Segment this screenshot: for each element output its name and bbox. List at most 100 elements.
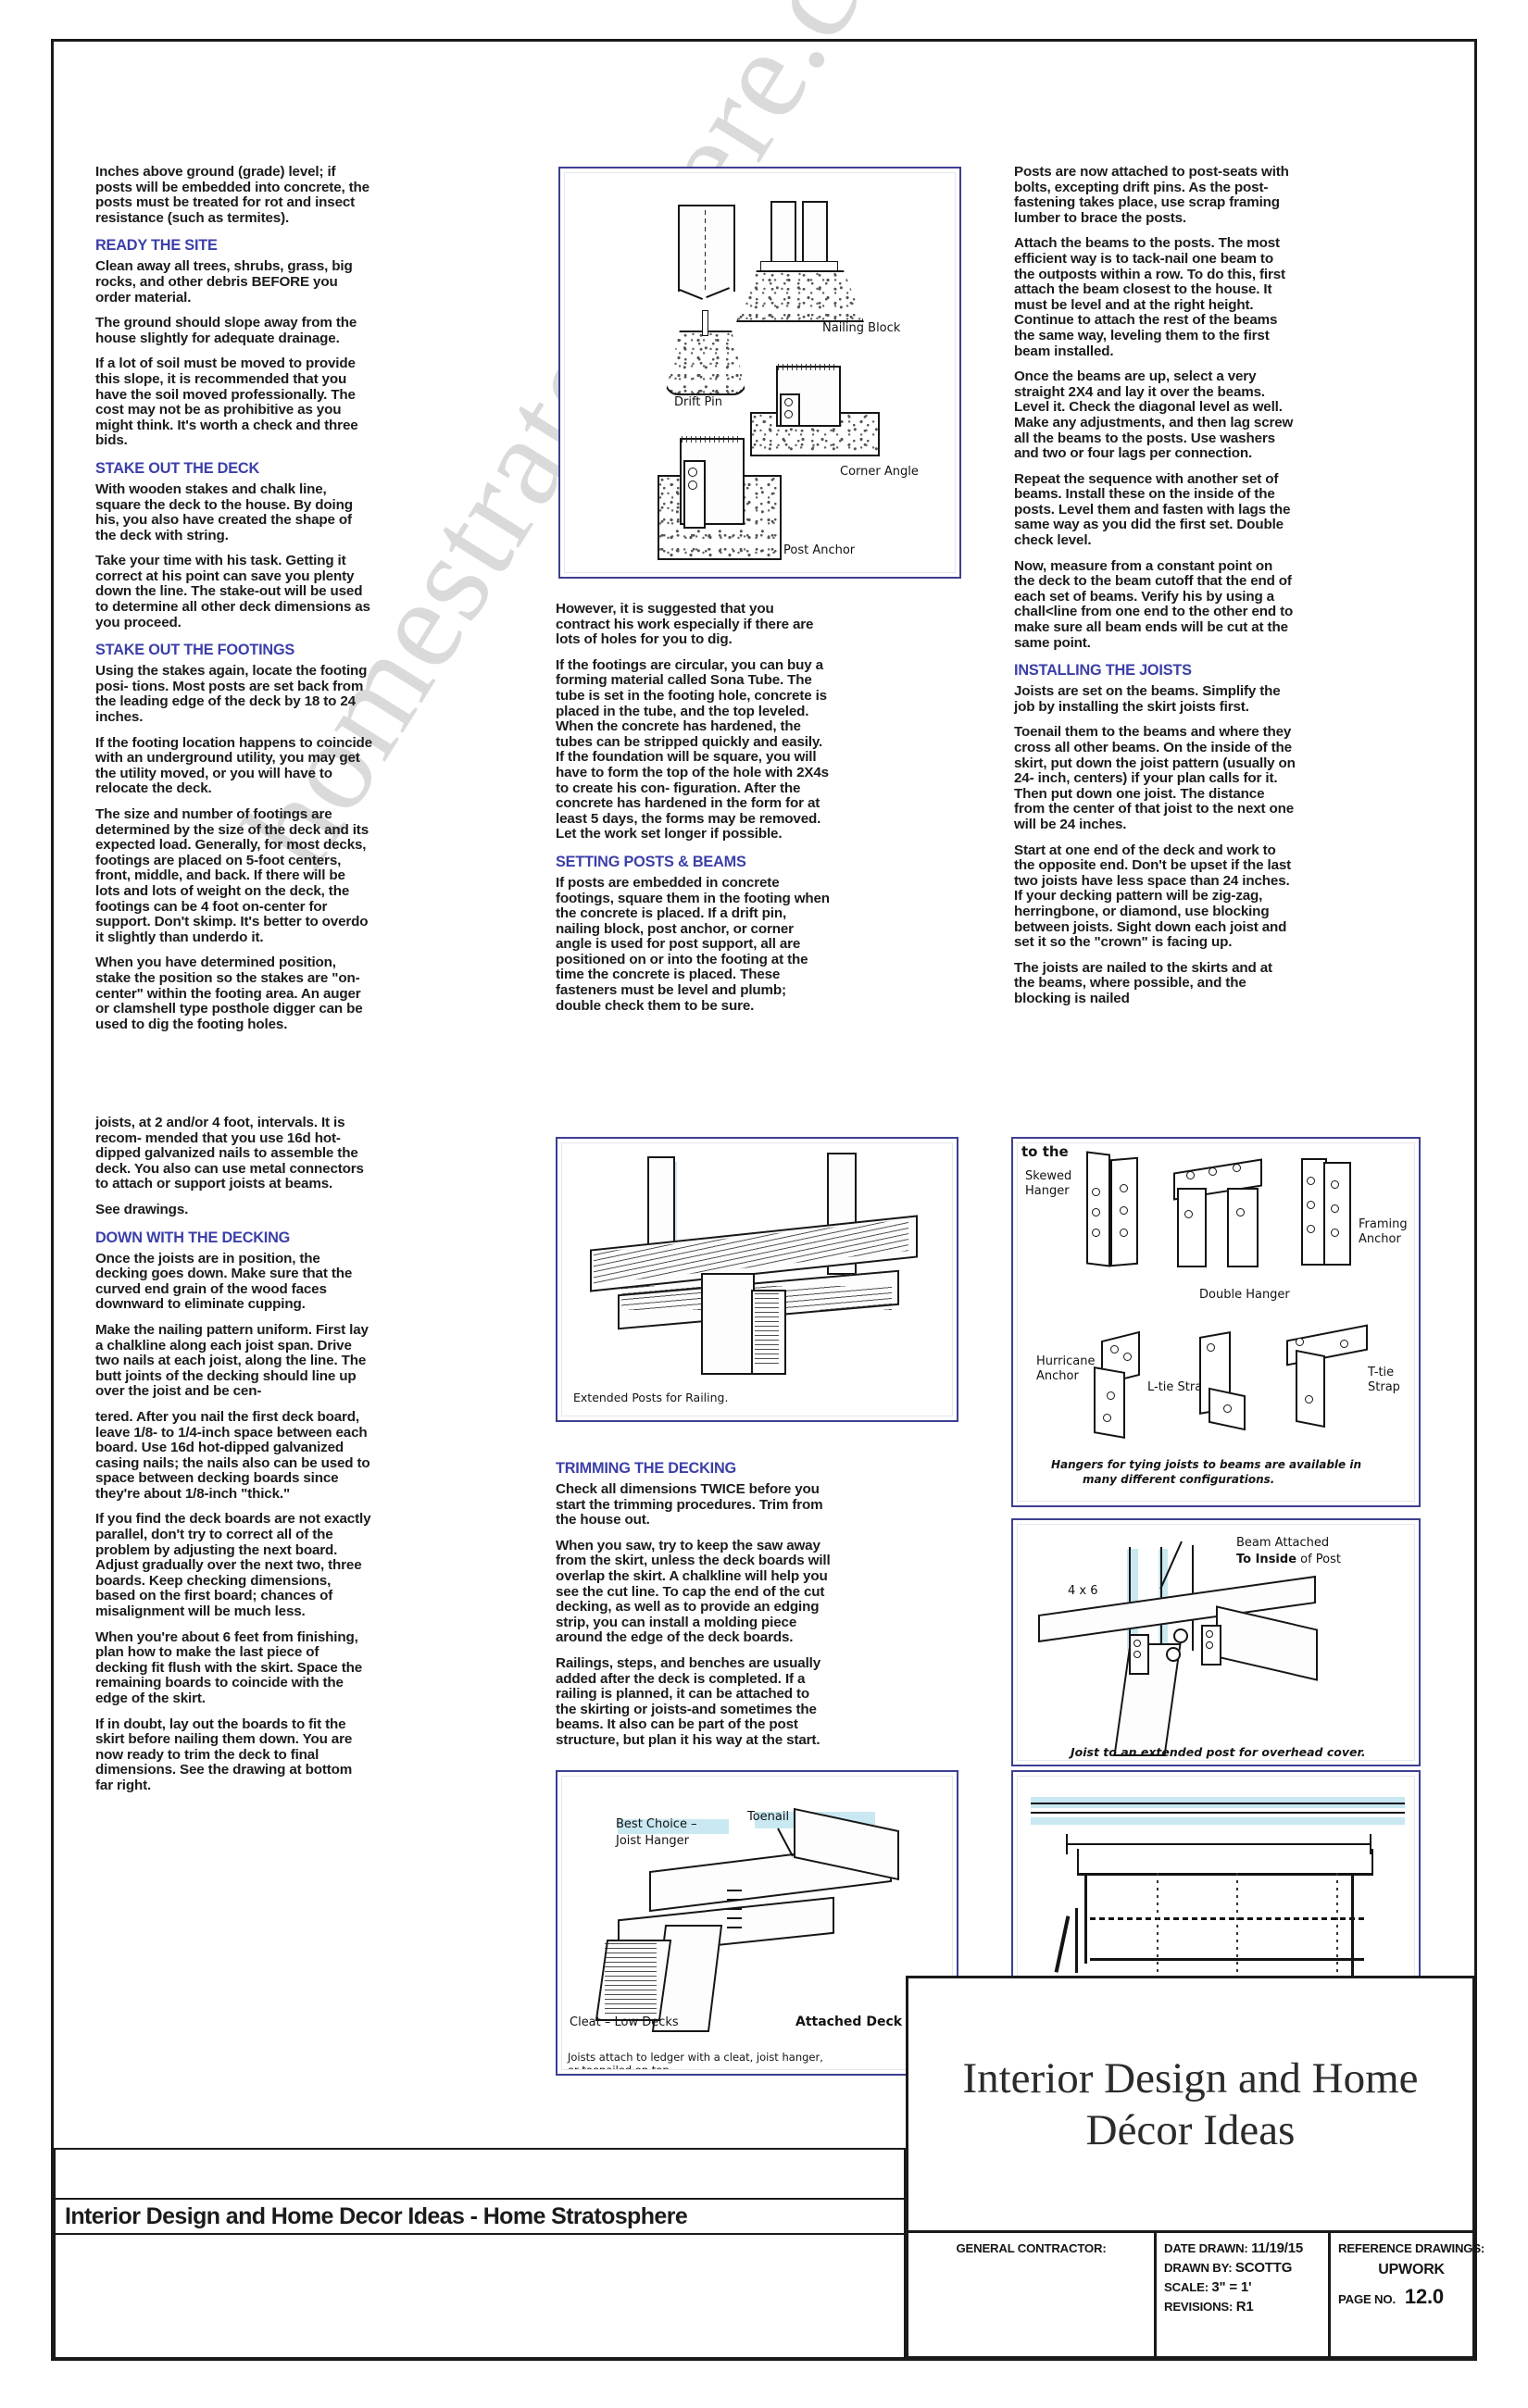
figure-caption-hangers-2: many different configurations. xyxy=(1083,1473,1275,1486)
figure-caption-joist-hanger-2: or toenailed on top. xyxy=(568,2064,673,2070)
footer-lower-empty-box xyxy=(54,2235,906,2359)
body-paragraph: Railings, steps, and benches are usually… xyxy=(556,1654,821,1748)
body-paragraph: Inches above ground (grade) level; if po… xyxy=(95,164,369,226)
body-paragraph: Once the joists are in position, the dec… xyxy=(95,1250,353,1313)
text-column-3: Posts are now attached to post-seats wit… xyxy=(1014,164,1296,1017)
figure-beam-attached-post: Beam Attached To Inside of Post 4 x 6 Jo… xyxy=(1011,1518,1421,1766)
figure-hangers: to the Skewed Hanger Double Hanger Frami… xyxy=(1011,1137,1421,1507)
footer-brand-text: Interior Design and Home Decor Ideas - H… xyxy=(65,2202,688,2229)
body-paragraph: joists, at 2 and/or 4 foot, intervals. I… xyxy=(95,1115,364,1192)
text-column-2: However, it is suggested that you contra… xyxy=(556,601,832,1024)
figure-railing-inner: Extended Posts for Railing. xyxy=(561,1142,953,1416)
figure-label-skewed-hanger-1: Skewed xyxy=(1025,1169,1072,1183)
body-paragraph: If the footings are circular, you can bu… xyxy=(556,656,829,842)
figure-label-of-post: of Post xyxy=(1296,1553,1342,1566)
drawn-by-label: DRAWN BY: xyxy=(1164,2261,1233,2275)
body-paragraph: Posts are now attached to post-seats wit… xyxy=(1014,164,1289,226)
drawing-sheet: homestratosphere.com Inches above ground… xyxy=(0,0,1528,2408)
body-paragraph: Check all dimensions TWICE before you st… xyxy=(556,1481,823,1528)
scale-label: SCALE: xyxy=(1164,2280,1209,2294)
page-no-label: PAGE NO. xyxy=(1338,2292,1396,2306)
figure-label-drift-pin: Drift Pin xyxy=(674,395,722,409)
body-paragraph: If posts are embedded in concrete footin… xyxy=(556,874,830,1014)
section-heading: STAKE OUT THE FOOTINGS xyxy=(95,642,295,659)
date-drawn-value: 11/19/15 xyxy=(1251,2240,1304,2256)
body-paragraph: When you have determined position, stake… xyxy=(95,954,363,1032)
figure-label-beam-attached: Beam Attached xyxy=(1236,1536,1330,1550)
body-paragraph: Once the beams are up, select a very str… xyxy=(1014,368,1294,462)
figure-label-best-choice-2: Joist Hanger xyxy=(616,1834,689,1848)
date-drawn-label: DATE DRAWN: xyxy=(1164,2241,1248,2255)
figure-hangers-inner: to the Skewed Hanger Double Hanger Frami… xyxy=(1017,1142,1415,1502)
revisions-row: REVISIONS: R1 xyxy=(1164,2297,1321,2316)
body-paragraph: Joists are set on the beams. Simplify th… xyxy=(1014,683,1281,715)
figure-caption-railing: Extended Posts for Railing. xyxy=(573,1391,729,1404)
body-paragraph: The size and number of footings are dete… xyxy=(95,806,369,945)
figure-post-anchor-inner: Drift Pin Nailing Block Corner Angle Pos… xyxy=(564,172,956,573)
body-paragraph: Now, measure from a constant point on th… xyxy=(1014,557,1294,651)
scale-value: 3" = 1' xyxy=(1211,2279,1252,2295)
body-paragraph: Using the stakes again, locate the footi… xyxy=(95,663,368,726)
title-block-drawing-info: DATE DRAWN: 11/19/15 DRAWN BY: SCOTTG SC… xyxy=(1157,2233,1331,2359)
body-paragraph: The ground should slope away from the ho… xyxy=(95,315,357,346)
body-paragraph: Start at one end of the deck and work to… xyxy=(1014,842,1292,951)
text-column-1: Inches above ground (grade) level; if po… xyxy=(95,164,373,1042)
figure-label-framing-anchor-1: Framing xyxy=(1359,1217,1408,1231)
figure-caption-beam-post: Joist to an extended post for overhead c… xyxy=(1071,1745,1366,1759)
figure-extended-posts-railing: Extended Posts for Railing. xyxy=(556,1137,958,1422)
body-paragraph: If the footing location happens to coinc… xyxy=(95,734,372,797)
text-column-2-lower: TRIMMING THE DECKING Check all dimensions… xyxy=(556,1449,832,1759)
drawn-by-value: SCOTTG xyxy=(1234,2260,1293,2276)
figure-label-toenail: Toenail xyxy=(747,1810,790,1824)
body-paragraph: tered. After you nail the first deck boa… xyxy=(95,1408,370,1502)
figure-label-double-hanger: Double Hanger xyxy=(1199,1288,1290,1302)
body-paragraph: If in doubt, lay out the boards to fit t… xyxy=(95,1716,353,1793)
body-paragraph: However, it is suggested that you contra… xyxy=(556,601,814,648)
figure-label-4x6: 4 x 6 xyxy=(1068,1584,1098,1598)
section-heading: SETTING POSTS & BEAMS xyxy=(556,853,746,870)
figure-caption-hangers-1: Hangers for tying joists to beams are av… xyxy=(1051,1458,1362,1471)
page-no-row: PAGE NO. 12.0 xyxy=(1338,2279,1484,2309)
body-paragraph: Take your time with his task. Getting it… xyxy=(95,553,370,630)
figure-label-best-choice-1: Best Choice – xyxy=(616,1817,697,1831)
body-paragraph: When you saw, try to keep the saw away f… xyxy=(556,1537,831,1646)
title-block: Interior Design and Home Décor Ideas GEN… xyxy=(906,1976,1484,2359)
body-paragraph: With wooden stakes and chalk line, squar… xyxy=(95,480,353,543)
body-paragraph: See drawings. xyxy=(95,1201,189,1217)
body-paragraph: Attach the beams to the posts. The most … xyxy=(1014,235,1285,359)
reference-drawings-value: UPWORK xyxy=(1378,2262,1445,2277)
figure-label-nailing-block: Nailing Block xyxy=(822,321,901,335)
drawn-by-row: DRAWN BY: SCOTTG xyxy=(1164,2258,1321,2277)
body-paragraph: Clean away all trees, shrubs, grass, big… xyxy=(95,258,353,306)
figure-joist-hanger: Best Choice – Joist Hanger Toenail Cleat… xyxy=(556,1770,958,2076)
figure-label-hurricane-anchor-1: Hurricane xyxy=(1036,1354,1096,1368)
section-heading: STAKE OUT THE DECK xyxy=(95,459,260,477)
figure-label-attached-deck: Attached Deck xyxy=(795,2015,903,2029)
general-contractor-label: GENERAL CONTRACTOR: xyxy=(956,2241,1107,2255)
body-paragraph: Toenail them to the beams and where they… xyxy=(1014,724,1296,832)
revisions-value: R1 xyxy=(1235,2299,1254,2314)
title-heading-line2: Décor Ideas xyxy=(1085,2106,1296,2154)
body-paragraph: If a lot of soil must be moved to provid… xyxy=(95,356,358,449)
figure-beam-post-inner: Beam Attached To Inside of Post 4 x 6 xyxy=(1017,1524,1415,1761)
title-heading-line1: Interior Design and Home xyxy=(962,2054,1419,2102)
section-heading: TRIMMING THE DECKING xyxy=(556,1460,736,1477)
figure-label-t-tie-strap-2: Strap xyxy=(1368,1380,1400,1394)
figure-joist-hanger-inner: Best Choice – Joist Hanger Toenail Cleat… xyxy=(561,1776,953,2070)
scale-row: SCALE: 3" = 1' xyxy=(1164,2277,1321,2297)
title-block-general-contractor: GENERAL CONTRACTOR: xyxy=(908,2233,1157,2359)
figure-label-to-inside: To Inside xyxy=(1236,1553,1297,1566)
page-no-value: 12.0 xyxy=(1404,2285,1444,2308)
body-paragraph: Make the nailing pattern uniform. First … xyxy=(95,1321,369,1400)
figure-caption-joist-hanger-1: Joists attach to ledger with a cleat, jo… xyxy=(568,2051,823,2064)
footer-empty-box xyxy=(54,2148,906,2198)
title-block-reference: REFERENCE DRAWINGS: UPWORK PAGE NO. 12.0 xyxy=(1331,2233,1492,2359)
figure-post-anchor: Drift Pin Nailing Block Corner Angle Pos… xyxy=(558,167,961,579)
section-heading: DOWN WITH THE DECKING xyxy=(95,1229,291,1246)
figure-label-t-tie-strap-1: T-tie xyxy=(1368,1366,1395,1379)
footer-brand-bar: Interior Design and Home Decor Ideas - H… xyxy=(54,2198,906,2235)
body-paragraph: Repeat the sequence with another set of … xyxy=(1014,470,1291,549)
section-heading: INSTALLING THE JOISTS xyxy=(1014,662,1192,680)
body-paragraph: When you're about 6 feet from finishing,… xyxy=(95,1628,363,1706)
date-drawn-row: DATE DRAWN: 11/19/15 xyxy=(1164,2239,1321,2258)
